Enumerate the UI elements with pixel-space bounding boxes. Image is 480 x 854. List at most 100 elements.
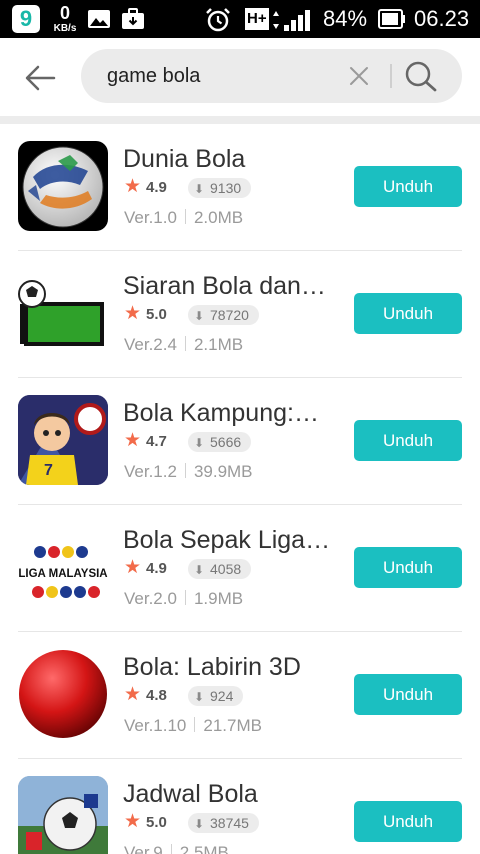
red-ball-icon <box>18 649 108 739</box>
search-header <box>0 38 480 116</box>
star-icon: ★ <box>124 811 142 832</box>
app-size: 2.5MB <box>179 843 229 854</box>
app-size: 2.1MB <box>193 335 244 354</box>
gallery-icon <box>88 10 110 28</box>
app-rating: 4.7 <box>146 433 167 450</box>
network-speed-value: 0 <box>59 3 70 23</box>
star-icon: ★ <box>124 303 142 324</box>
app-version: Ver.1.0 <box>124 208 177 227</box>
signal-icon <box>273 10 310 31</box>
app-meta: Ver.1.0 2.0MB <box>124 208 243 228</box>
briefcase-icon <box>122 8 144 29</box>
app-version: Ver.1.2 <box>124 462 177 481</box>
app-meta: Ver.9 2.5MB <box>124 843 229 854</box>
meta-divider <box>170 844 172 854</box>
list-item[interactable]: Bola: Labirin 3D ★ 4.8 ⬇ 924 Ver.1.10 21.7… <box>0 632 480 759</box>
app-meta: Ver.1.2 39.9MB <box>124 462 253 482</box>
download-icon: ⬇ <box>194 817 205 831</box>
app-screen: 9 0 KB/s H+ 84% 06.23 game bola Dunia Bo… <box>0 0 480 854</box>
star-icon: ★ <box>124 684 142 705</box>
app-meta: Ver.2.0 1.9MB <box>124 589 243 609</box>
app-rating: 4.9 <box>146 560 167 577</box>
search-icon[interactable] <box>403 59 439 93</box>
app-rating: 5.0 <box>146 306 167 323</box>
download-button[interactable]: Unduh <box>354 674 462 715</box>
download-count-badge: ⬇ 5666 <box>188 432 252 452</box>
list-item[interactable]: Jadwal Bola ★ 5.0 ⬇ 38745 Ver.9 2.5MB Undu… <box>0 759 480 854</box>
network-speed: 0 KB/s <box>48 3 82 34</box>
star-icon: ★ <box>124 176 142 197</box>
download-button[interactable]: Unduh <box>354 166 462 207</box>
meta-divider <box>194 717 196 732</box>
app-size: 21.7MB <box>203 716 262 735</box>
close-icon[interactable] <box>347 64 371 88</box>
download-icon: ⬇ <box>194 309 205 323</box>
download-count-badge: ⬇ 38745 <box>188 813 259 833</box>
download-count: 5666 <box>210 434 242 450</box>
app-size: 1.9MB <box>193 589 244 608</box>
search-divider <box>390 64 392 88</box>
app-version: Ver.2.4 <box>124 335 177 354</box>
app-meta: Ver.2.4 2.1MB <box>124 335 243 355</box>
meta-divider <box>184 336 186 351</box>
app-name: Dunia Bola <box>123 145 246 173</box>
meta-divider <box>184 209 186 224</box>
app-meta: Ver.1.10 21.7MB <box>124 716 262 736</box>
download-icon: ⬇ <box>194 563 205 577</box>
download-icon: ⬇ <box>194 436 205 450</box>
clock: 06.23 <box>414 6 470 31</box>
download-count: 924 <box>210 688 234 704</box>
app-name: Bola Kampung:… <box>123 399 319 427</box>
section-gap <box>0 116 480 124</box>
download-count: 9130 <box>210 180 242 196</box>
list-item[interactable]: 7 Bola Kampung:… ★ 4.7 ⬇ 5666 Ver.1.2 39.9… <box>0 378 480 505</box>
list-item[interactable]: LIGA MALAYSIA Bola Sepak Liga… ★ 4.9 ⬇ 40… <box>0 505 480 632</box>
alarm-icon <box>206 8 230 32</box>
stadium-ball-icon <box>18 776 108 854</box>
download-button[interactable]: Unduh <box>354 547 462 588</box>
download-count-badge: ⬇ 78720 <box>188 305 259 325</box>
app-rating: 4.9 <box>146 179 167 196</box>
app-rating: 5.0 <box>146 814 167 831</box>
app-name: Bola Sepak Liga… <box>123 526 331 554</box>
liga-malaysia-logo-icon: LIGA MALAYSIA <box>18 522 108 612</box>
download-button[interactable]: Unduh <box>354 420 462 461</box>
download-button[interactable]: Unduh <box>354 801 462 842</box>
download-count-badge: ⬇ 4058 <box>188 559 252 579</box>
liga-malaysia-text: LIGA MALAYSIA <box>18 568 107 580</box>
download-count: 4058 <box>210 561 242 577</box>
download-icon: ⬇ <box>194 182 205 196</box>
tv-ball-icon <box>18 268 108 358</box>
app-version: Ver.9 <box>124 843 163 854</box>
app-name: Siaran Bola dan… <box>123 272 326 300</box>
status-bar: 9 0 KB/s H+ 84% 06.23 <box>0 0 480 38</box>
app-size: 39.9MB <box>193 462 253 481</box>
app-size: 2.0MB <box>193 208 244 227</box>
svg-text:7: 7 <box>44 462 53 479</box>
download-count: 38745 <box>210 815 249 831</box>
app-version: Ver.2.0 <box>124 589 177 608</box>
download-button[interactable]: Unduh <box>354 293 462 334</box>
search-input[interactable] <box>107 61 337 91</box>
app-version: Ver.1.10 <box>124 716 187 735</box>
soccer-ball-icon <box>18 141 108 231</box>
download-count: 78720 <box>210 307 249 323</box>
meta-divider <box>184 590 186 605</box>
app-name: Bola: Labirin 3D <box>123 653 301 681</box>
search-bar <box>81 49 462 103</box>
download-icon: ⬇ <box>194 690 205 704</box>
app-list: Dunia Bola ★ 4.9 ⬇ 9130 Ver.1.0 2.0MB Undu… <box>0 124 480 854</box>
back-arrow-icon[interactable] <box>18 56 62 100</box>
battery-icon <box>378 9 405 29</box>
battery-percent: 84% <box>323 6 368 31</box>
app-name: Jadwal Bola <box>123 780 258 808</box>
app-rating: 4.8 <box>146 687 167 704</box>
list-item[interactable]: Dunia Bola ★ 4.9 ⬇ 9130 Ver.1.0 2.0MB Undu… <box>0 124 480 251</box>
network-type: H+ <box>245 8 269 30</box>
list-item[interactable]: Siaran Bola dan… ★ 5.0 ⬇ 78720 Ver.2.4 2.1… <box>0 251 480 378</box>
network-speed-unit: KB/s <box>53 23 77 34</box>
star-icon: ★ <box>124 557 142 578</box>
app-badge-icon: 9 <box>12 5 40 33</box>
download-count-badge: ⬇ 924 <box>188 686 244 706</box>
download-count-badge: ⬇ 9130 <box>188 178 252 198</box>
